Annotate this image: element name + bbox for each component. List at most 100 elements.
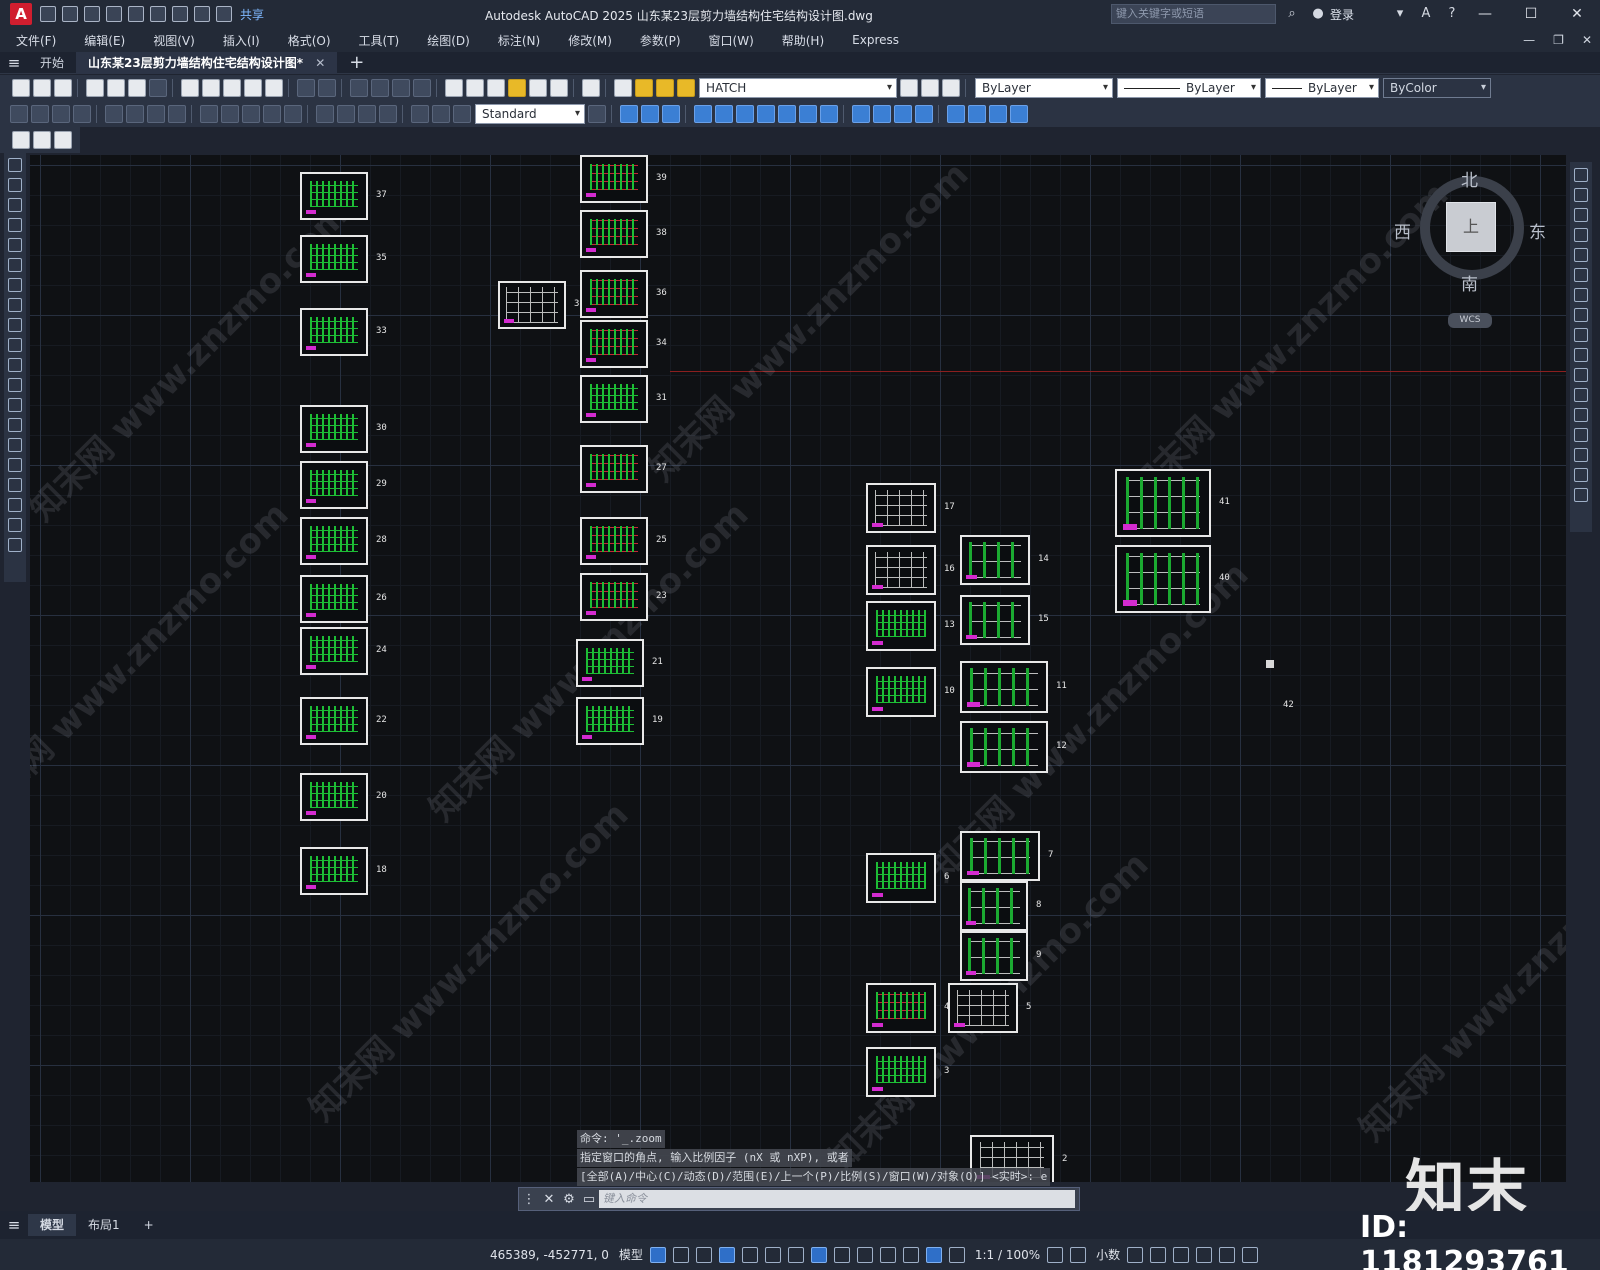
lineweight-icon[interactable] <box>856 1246 873 1263</box>
drawing-sheet[interactable] <box>960 535 1030 585</box>
lock-ui-icon[interactable] <box>1150 1246 1167 1263</box>
drawing-sheet[interactable] <box>300 405 368 453</box>
offset-icon[interactable] <box>1574 228 1588 242</box>
selection-cycling-icon[interactable] <box>902 1246 919 1263</box>
break-icon[interactable] <box>1574 408 1588 422</box>
region-icon[interactable] <box>8 478 22 492</box>
new-icon[interactable] <box>12 79 30 97</box>
menu-tools[interactable]: 工具(T) <box>345 32 414 49</box>
compass-south[interactable]: 南 <box>1461 270 1478 295</box>
autodesk-app-icon[interactable]: A <box>1416 4 1436 24</box>
drawing-sheet[interactable] <box>866 601 936 651</box>
drawing-sheet[interactable] <box>866 667 936 717</box>
coordinates-readout[interactable]: 465389, -452771, 0 <box>490 1248 609 1262</box>
command-input[interactable]: 键入命令 <box>599 1190 1075 1208</box>
construction-line-icon[interactable] <box>8 178 22 192</box>
compass-west[interactable]: 西 <box>1394 218 1411 243</box>
undo-icon[interactable] <box>297 79 315 97</box>
menu-file[interactable]: 文件(F) <box>0 32 70 49</box>
offset-icon[interactable] <box>694 105 712 123</box>
make-block-icon[interactable] <box>8 398 22 412</box>
drawing-sheet[interactable] <box>580 155 648 203</box>
drawing-sheet[interactable] <box>866 545 936 595</box>
baseline-dim-icon[interactable] <box>221 105 239 123</box>
tab-close-icon[interactable]: ✕ <box>315 56 325 70</box>
drawing-sheet[interactable] <box>576 697 644 745</box>
object-snap-icon[interactable] <box>833 1246 850 1263</box>
zoom-realtime-icon[interactable] <box>371 79 389 97</box>
circle-icon[interactable] <box>8 278 22 292</box>
drawing-sheet[interactable] <box>1115 545 1211 613</box>
close-command-icon[interactable]: ✕ <box>539 1192 559 1207</box>
line-icon[interactable] <box>8 158 22 172</box>
spline-icon[interactable] <box>8 318 22 332</box>
drawing-sheet[interactable] <box>300 517 368 565</box>
rotate-icon[interactable] <box>1574 288 1588 302</box>
drawing-sheet[interactable] <box>960 595 1030 645</box>
layer-on-icon[interactable] <box>635 79 653 97</box>
clean-screen-icon[interactable] <box>1219 1246 1236 1263</box>
drawing-sheet[interactable] <box>960 931 1028 981</box>
polar-icon[interactable] <box>764 1246 781 1263</box>
menu-dimension[interactable]: 标注(N) <box>484 32 554 49</box>
tool-palettes-icon[interactable] <box>487 79 505 97</box>
drawing-sheet[interactable] <box>960 661 1048 713</box>
new-tab-button[interactable]: + <box>349 52 364 73</box>
layer-properties-icon[interactable] <box>614 79 632 97</box>
wcs-menu[interactable]: WCS <box>1448 313 1492 328</box>
drawing-sheet[interactable] <box>580 445 648 493</box>
annotation-visibility-icon[interactable] <box>948 1246 965 1263</box>
ortho-icon[interactable] <box>741 1246 758 1263</box>
scale-icon[interactable] <box>1574 308 1588 322</box>
save-icon[interactable] <box>84 6 100 22</box>
save-as-icon[interactable] <box>106 6 122 22</box>
drawing-sheet[interactable] <box>580 210 648 258</box>
new-file-icon[interactable] <box>40 6 56 22</box>
dim-space-icon[interactable] <box>263 105 281 123</box>
recent-commands-icon[interactable]: ▭ <box>579 1192 599 1207</box>
chamfer-icon[interactable] <box>1574 448 1588 462</box>
drawing-sheet[interactable] <box>300 627 368 675</box>
object-snap-tracking-icon[interactable] <box>810 1246 827 1263</box>
copy-icon[interactable] <box>202 79 220 97</box>
cart-icon[interactable]: ▾ <box>1390 4 1410 24</box>
design-center-icon[interactable] <box>466 79 484 97</box>
drawing-sheet[interactable] <box>300 235 368 283</box>
break-icon[interactable] <box>873 105 891 123</box>
plot-icon[interactable] <box>150 6 166 22</box>
close-button[interactable]: ✕ <box>1554 0 1600 28</box>
publish-icon[interactable] <box>128 79 146 97</box>
maximize-button[interactable]: ☐ <box>1508 0 1554 28</box>
viewcube[interactable]: 上 北 南 西 东 WCS <box>1394 168 1546 328</box>
layer-lock-icon[interactable] <box>677 79 695 97</box>
user-icon[interactable]: ● <box>1308 4 1328 24</box>
trim-icon[interactable] <box>820 105 838 123</box>
radius-dim-icon[interactable] <box>105 105 123 123</box>
units-display[interactable]: 小数 <box>1096 1246 1120 1263</box>
dimstyle-dropdown[interactable]: Standard <box>475 104 585 124</box>
autocad-app-icon[interactable]: A <box>10 3 32 25</box>
hatch-edit-icon[interactable] <box>33 131 51 149</box>
move-icon[interactable] <box>1574 268 1588 282</box>
block-editor-icon[interactable] <box>265 79 283 97</box>
print-icon[interactable] <box>172 6 188 22</box>
match-properties-icon[interactable] <box>244 79 262 97</box>
layout-menu-icon[interactable]: ≡ <box>0 1216 28 1234</box>
gradient-icon[interactable] <box>8 458 22 472</box>
stretch-icon[interactable] <box>1574 328 1588 342</box>
plot-preview-icon[interactable] <box>107 79 125 97</box>
tab-start[interactable]: 开始 <box>28 52 76 74</box>
center-mark-icon[interactable] <box>337 105 355 123</box>
menu-edit[interactable]: 编辑(E) <box>70 32 139 49</box>
3dprint-icon[interactable] <box>149 79 167 97</box>
sheet-set-icon[interactable] <box>508 79 526 97</box>
open-icon[interactable] <box>33 79 51 97</box>
lineweight-dropdown[interactable]: ByLayer <box>1265 78 1379 98</box>
snap-icon[interactable] <box>672 1246 689 1263</box>
drawing-canvas[interactable]: 知末网 www.znzmo.com 知末网 www.znzmo.com 知末网 … <box>30 155 1566 1182</box>
copy-object-icon[interactable] <box>641 105 659 123</box>
polyline-icon[interactable] <box>8 198 22 212</box>
menu-format[interactable]: 格式(O) <box>274 32 345 49</box>
drawing-sheet[interactable] <box>580 320 648 368</box>
drawing-sheet[interactable] <box>580 573 648 621</box>
